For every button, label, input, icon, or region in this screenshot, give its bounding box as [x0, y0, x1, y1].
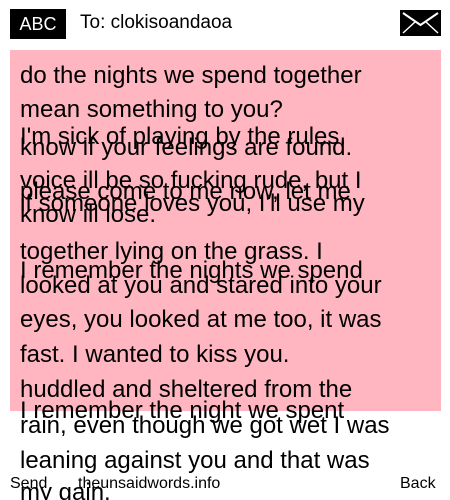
softkey-bar: [0, 472, 450, 500]
back-softkey[interactable]: Back: [400, 474, 436, 494]
recipient-field[interactable]: To: clokisoandaoa: [80, 10, 232, 36]
envelope-icon: [400, 10, 441, 36]
message-line: mean something to you?: [20, 96, 283, 123]
message-line: fast. I wanted to kiss you.: [20, 341, 290, 368]
message-line: do the nights we spend together: [20, 62, 362, 89]
input-mode-badge[interactable]: ABC: [10, 9, 66, 39]
message-line: know ill lose.: [20, 201, 157, 228]
message-line: know if your feelings are found.: [20, 134, 353, 161]
site-label: theunsaidwords.info: [78, 475, 221, 492]
compose-header: ABC To: clokisoandaoa: [0, 0, 450, 50]
message-line: rain, even though we got wet I was: [20, 412, 390, 439]
message-line: looked at you and stared into your: [20, 272, 382, 299]
send-softkey[interactable]: Send: [10, 474, 47, 494]
message-line: eyes, you looked at me too, it was: [20, 306, 382, 333]
